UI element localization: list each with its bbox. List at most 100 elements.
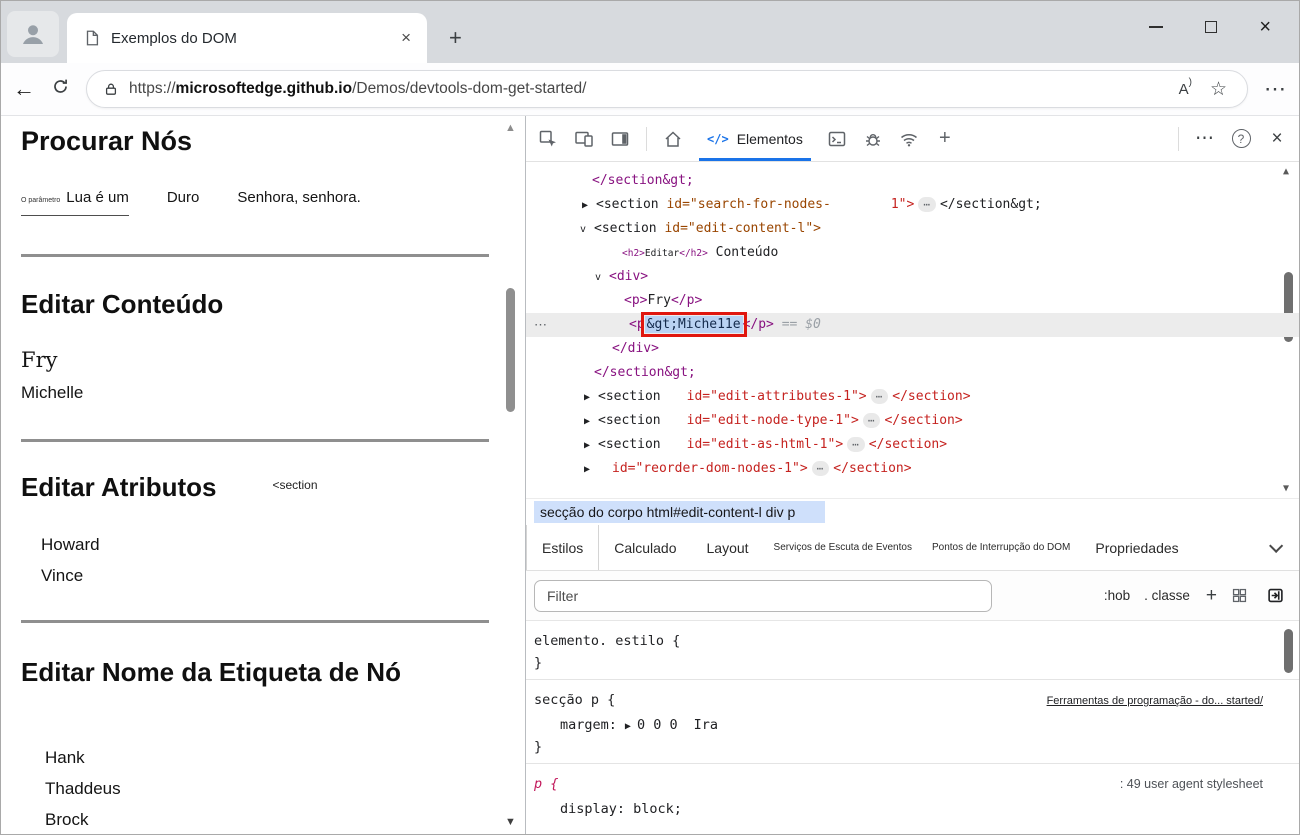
- scroll-down-icon[interactable]: ▼: [505, 816, 516, 828]
- bug-icon[interactable]: [855, 121, 891, 157]
- dom-tree-row[interactable]: ▶ <section id="edit-node-type-1"> ⋯ </sectio…: [526, 409, 1299, 433]
- scroll-up-icon[interactable]: ▲: [505, 122, 516, 134]
- expand-arrow-icon[interactable]: ▶: [584, 458, 598, 482]
- network-wifi-icon[interactable]: [891, 121, 927, 157]
- dom-tree-row[interactable]: v <div>: [526, 265, 1299, 289]
- profile-button[interactable]: [7, 11, 59, 57]
- inline-expand-icon[interactable]: ⋯: [811, 461, 830, 476]
- dom-token: </p>: [670, 293, 703, 308]
- new-style-rule-icon[interactable]: +: [1206, 585, 1217, 607]
- dom-tree-row[interactable]: <h2>Editar</h2> Conteúdo: [526, 241, 1299, 265]
- scrollbar-thumb[interactable]: [506, 288, 515, 412]
- device-emulation-icon[interactable]: [566, 121, 602, 157]
- scrollbar-thumb[interactable]: [1284, 629, 1293, 673]
- chevron-down-icon[interactable]: [1269, 538, 1284, 553]
- rule-selector[interactable]: secção p {: [534, 692, 615, 708]
- pseudo-state-button[interactable]: :hob: [1104, 588, 1130, 603]
- dom-tree-row[interactable]: </section&gt;: [526, 361, 1299, 385]
- tab-layout[interactable]: Layout: [692, 525, 764, 570]
- browser-tab[interactable]: Exemplos do DOM ×: [67, 13, 427, 63]
- dom-line-content: ▶ <section id="edit-as-html-1"> ⋯ </section>: [526, 433, 947, 458]
- sidebar-pane-tabs: Estilos Calculado Layout Serviços de Esc…: [526, 525, 1299, 571]
- dock-side-icon[interactable]: [602, 121, 638, 157]
- facts-tiny-label: O parâmetro: [21, 197, 61, 204]
- inline-expand-icon[interactable]: ⋯: [847, 437, 865, 452]
- devtools-close-icon[interactable]: ×: [1259, 121, 1295, 157]
- tab-close-icon[interactable]: ×: [395, 28, 417, 48]
- tab-event-listeners[interactable]: Serviços de Escuta de Eventos: [764, 525, 922, 570]
- styles-filter-input[interactable]: [534, 579, 992, 612]
- dom-tree-row[interactable]: </div>: [526, 337, 1299, 361]
- window-close-icon[interactable]: ×: [1259, 17, 1271, 37]
- dom-tree: ▲ ▼ </section&gt; ▶ <section id="search-fo…: [526, 162, 1299, 498]
- stylesheet-link[interactable]: Ferramentas de programação - do... start…: [1047, 695, 1263, 707]
- new-tab-button[interactable]: +: [443, 25, 468, 51]
- dom-tree-row[interactable]: ▶ <section id="edit-attributes-1"> ⋯ </secti…: [526, 385, 1299, 409]
- shorthand-expand-icon[interactable]: ▶: [625, 721, 631, 732]
- expand-arrow-icon[interactable]: ▶: [584, 410, 598, 434]
- back-button[interactable]: ←: [13, 76, 35, 102]
- maximize-icon[interactable]: [1205, 21, 1218, 33]
- scroll-down-icon[interactable]: ▼: [1283, 483, 1289, 494]
- expand-arrow-icon[interactable]: ▶: [584, 434, 598, 458]
- tab-elements[interactable]: </> Elementos: [691, 116, 819, 161]
- rule-selector[interactable]: p {: [534, 776, 558, 792]
- dom-tree-row[interactable]: ▶ <section id="edit-as-html-1"> ⋯ </section>: [526, 433, 1299, 457]
- home-icon[interactable]: [655, 121, 691, 157]
- inline-expand-icon[interactable]: ⋯: [918, 197, 936, 212]
- list-item: Fry: [21, 348, 58, 372]
- dom-selected-text[interactable]: &gt;Miche11e: [640, 312, 747, 337]
- collapse-arrow-icon[interactable]: v: [580, 218, 594, 242]
- favorites-star-icon[interactable]: ☆: [1210, 78, 1227, 101]
- style-property[interactable]: display: block;: [526, 801, 1299, 817]
- property-name: display:: [560, 801, 626, 817]
- tab-strip: Exemplos do DOM × + ×: [1, 1, 1299, 63]
- page-scrollbar[interactable]: ▲ ▼: [503, 120, 519, 830]
- dom-token: <section: [598, 389, 661, 404]
- dom-tree-row[interactable]: </section&gt;: [526, 169, 1299, 193]
- lock-icon[interactable]: [103, 81, 119, 97]
- breadcrumb[interactable]: secção do corpo html#edit-content-l div …: [534, 501, 826, 523]
- dom-tree-row[interactable]: ▶ id="reorder-dom-nodes-1"> ⋯ </section>: [526, 457, 1299, 481]
- collapse-arrow-icon[interactable]: v: [595, 266, 609, 290]
- dom-line-content: <h2>Editar</h2> Conteúdo: [526, 241, 778, 266]
- inline-expand-icon[interactable]: ⋯: [862, 413, 881, 428]
- class-toggle-button[interactable]: . classe: [1144, 588, 1190, 603]
- tab-dom-breakpoints[interactable]: Pontos de Interrupção do DOM: [922, 525, 1080, 570]
- dom-token: Conteúdo: [707, 245, 779, 260]
- refresh-icon: [54, 79, 67, 93]
- expand-arrow-icon[interactable]: ▶: [584, 386, 598, 410]
- dom-tree-row[interactable]: ▶ <section id="search-for-nodes- 1"> ⋯ </sec…: [526, 193, 1299, 217]
- console-icon[interactable]: [819, 121, 855, 157]
- dom-token: Editar: [644, 248, 680, 259]
- computed-panel-icon[interactable]: [1261, 582, 1289, 610]
- add-tool-button[interactable]: +: [927, 121, 963, 157]
- tab-properties[interactable]: Propriedades: [1080, 525, 1193, 570]
- dom-tree-row[interactable]: <p>Fry</p>: [526, 289, 1299, 313]
- tab-computed[interactable]: Calculado: [599, 525, 691, 570]
- dom-tree-row[interactable]: v <section id="edit-content-l">: [526, 217, 1299, 241]
- inspect-icon[interactable]: [530, 121, 566, 157]
- facts-item: Lua é um: [66, 189, 129, 206]
- refresh-button[interactable]: [51, 77, 70, 101]
- expand-arrow-icon[interactable]: ▶: [582, 194, 596, 218]
- row-menu-icon[interactable]: ⋯: [534, 313, 548, 337]
- grid-icon[interactable]: [1225, 582, 1253, 610]
- style-property[interactable]: margem: ▶ 0 0 0 Ira: [526, 717, 1299, 733]
- dom-tree-row[interactable]: ⋯ <p &gt;Miche11e </p> == $0: [526, 312, 1299, 337]
- inline-expand-icon[interactable]: ⋯: [870, 389, 889, 404]
- devtools-more-icon[interactable]: ⋯: [1187, 121, 1223, 157]
- help-icon[interactable]: ?: [1223, 121, 1259, 157]
- dom-token: 1">: [890, 197, 915, 212]
- styles-scrollbar[interactable]: [1282, 625, 1296, 830]
- read-aloud-button[interactable]: A): [1179, 77, 1192, 98]
- rule-header: p {: 49 user agent stylesheet: [526, 770, 1299, 792]
- tab-styles[interactable]: Estilos: [526, 525, 600, 570]
- minimize-icon[interactable]: [1149, 26, 1164, 28]
- dom-token: == $0: [773, 317, 821, 332]
- person-icon: [23, 25, 43, 44]
- rule-close-brace: }: [534, 655, 543, 671]
- settings-more-icon[interactable]: ⋯: [1264, 76, 1287, 102]
- rule-selector[interactable]: elemento. estilo {: [534, 633, 680, 649]
- address-bar[interactable]: https://microsoftedge.github.io/Demos/de…: [86, 70, 1248, 108]
